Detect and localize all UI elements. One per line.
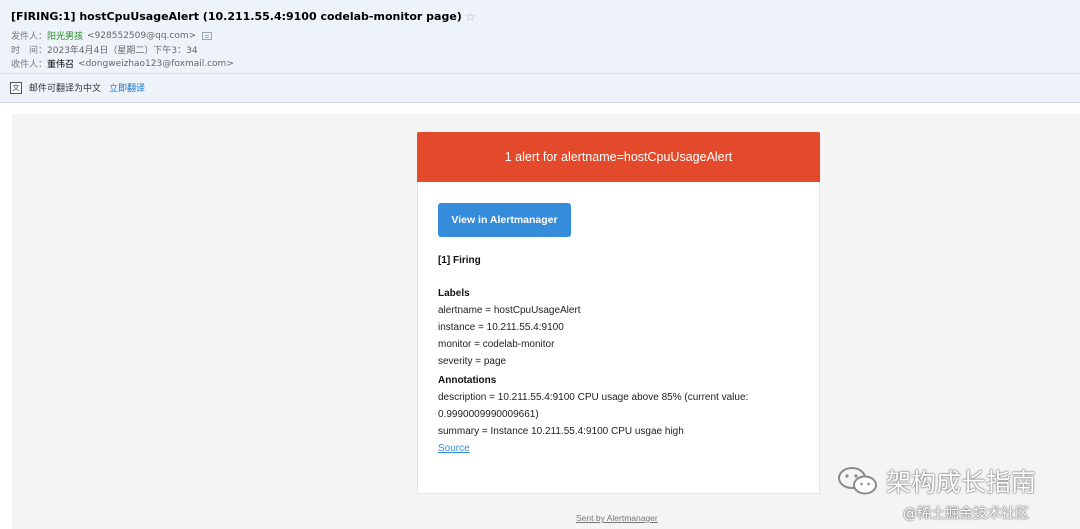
header-divider xyxy=(0,73,1080,74)
view-in-alertmanager-button[interactable]: View in Alertmanager xyxy=(438,203,571,237)
sender-name[interactable]: 阳光男孩 xyxy=(47,29,83,42)
translate-now-link[interactable]: 立即翻译 xyxy=(109,81,145,94)
wechat-icon xyxy=(838,467,877,495)
contact-card-icon[interactable] xyxy=(202,31,213,40)
sender-row: 发件人： 阳光男孩 <928552509@qq.com> xyxy=(11,29,213,42)
time-value: 2023年4月4日（星期二）下午3：34 xyxy=(47,46,198,56)
label-severity: severity = page xyxy=(438,356,507,367)
firing-heading: [1] Firing xyxy=(438,255,481,266)
alert-banner: 1 alert for alertname=hostCpuUsageAlert xyxy=(417,132,820,182)
star-icon[interactable]: ☆ xyxy=(465,11,476,23)
recipient-row: 收件人： 董伟召 <dongweizhao123@foxmail.com> xyxy=(11,57,234,71)
subject-row: [FIRING:1] hostCpuUsageAlert (10.211.55.… xyxy=(11,10,476,23)
watermark-subtitle: @稀土掘金技术社区 xyxy=(903,506,1029,522)
email-header: [FIRING:1] hostCpuUsageAlert (10.211.55.… xyxy=(0,0,1080,103)
annotations-heading: Annotations xyxy=(438,375,497,386)
source-link[interactable]: Source xyxy=(438,443,470,454)
label-monitor: monitor = codelab-monitor xyxy=(438,339,555,350)
label-instance: instance = 10.211.55.4:9100 xyxy=(438,322,564,333)
watermark-title: 架构成长指南 xyxy=(886,468,1037,497)
email-subject: [FIRING:1] hostCpuUsageAlert (10.211.55.… xyxy=(11,10,462,23)
sent-by-alertmanager-link[interactable]: Sent by Alertmanager xyxy=(576,513,658,523)
recipient-label: 收件人： xyxy=(11,60,48,70)
recipient-address: <dongweizhao123@foxmail.com> xyxy=(78,58,234,69)
sender-address: <928552509@qq.com> xyxy=(87,30,197,41)
source-link-row: Source xyxy=(438,443,470,454)
annotation-description-cont: 0.9990009990009661) xyxy=(438,409,539,420)
annotation-summary: summary = Instance 10.211.55.4:9100 CPU … xyxy=(438,426,684,437)
labels-heading: Labels xyxy=(438,288,470,299)
time-row: 时 间： 2023年4月4日（星期二）下午3：34 xyxy=(11,43,198,56)
label-alertname: alertname = hostCpuUsageAlert xyxy=(438,305,581,316)
time-label: 时 间： xyxy=(11,46,48,56)
annotation-description: description = 10.211.55.4:9100 CPU usage… xyxy=(438,392,749,403)
translate-icon: 文 xyxy=(10,81,22,94)
translate-bar: 文 邮件可翻译为中文 立即翻译 xyxy=(10,81,145,94)
watermark: 架构成长指南 xyxy=(836,463,1036,499)
recipient-name[interactable]: 董伟召 xyxy=(47,57,74,70)
sender-label: 发件人： xyxy=(11,32,48,42)
translate-text: 邮件可翻译为中文 xyxy=(29,84,102,94)
